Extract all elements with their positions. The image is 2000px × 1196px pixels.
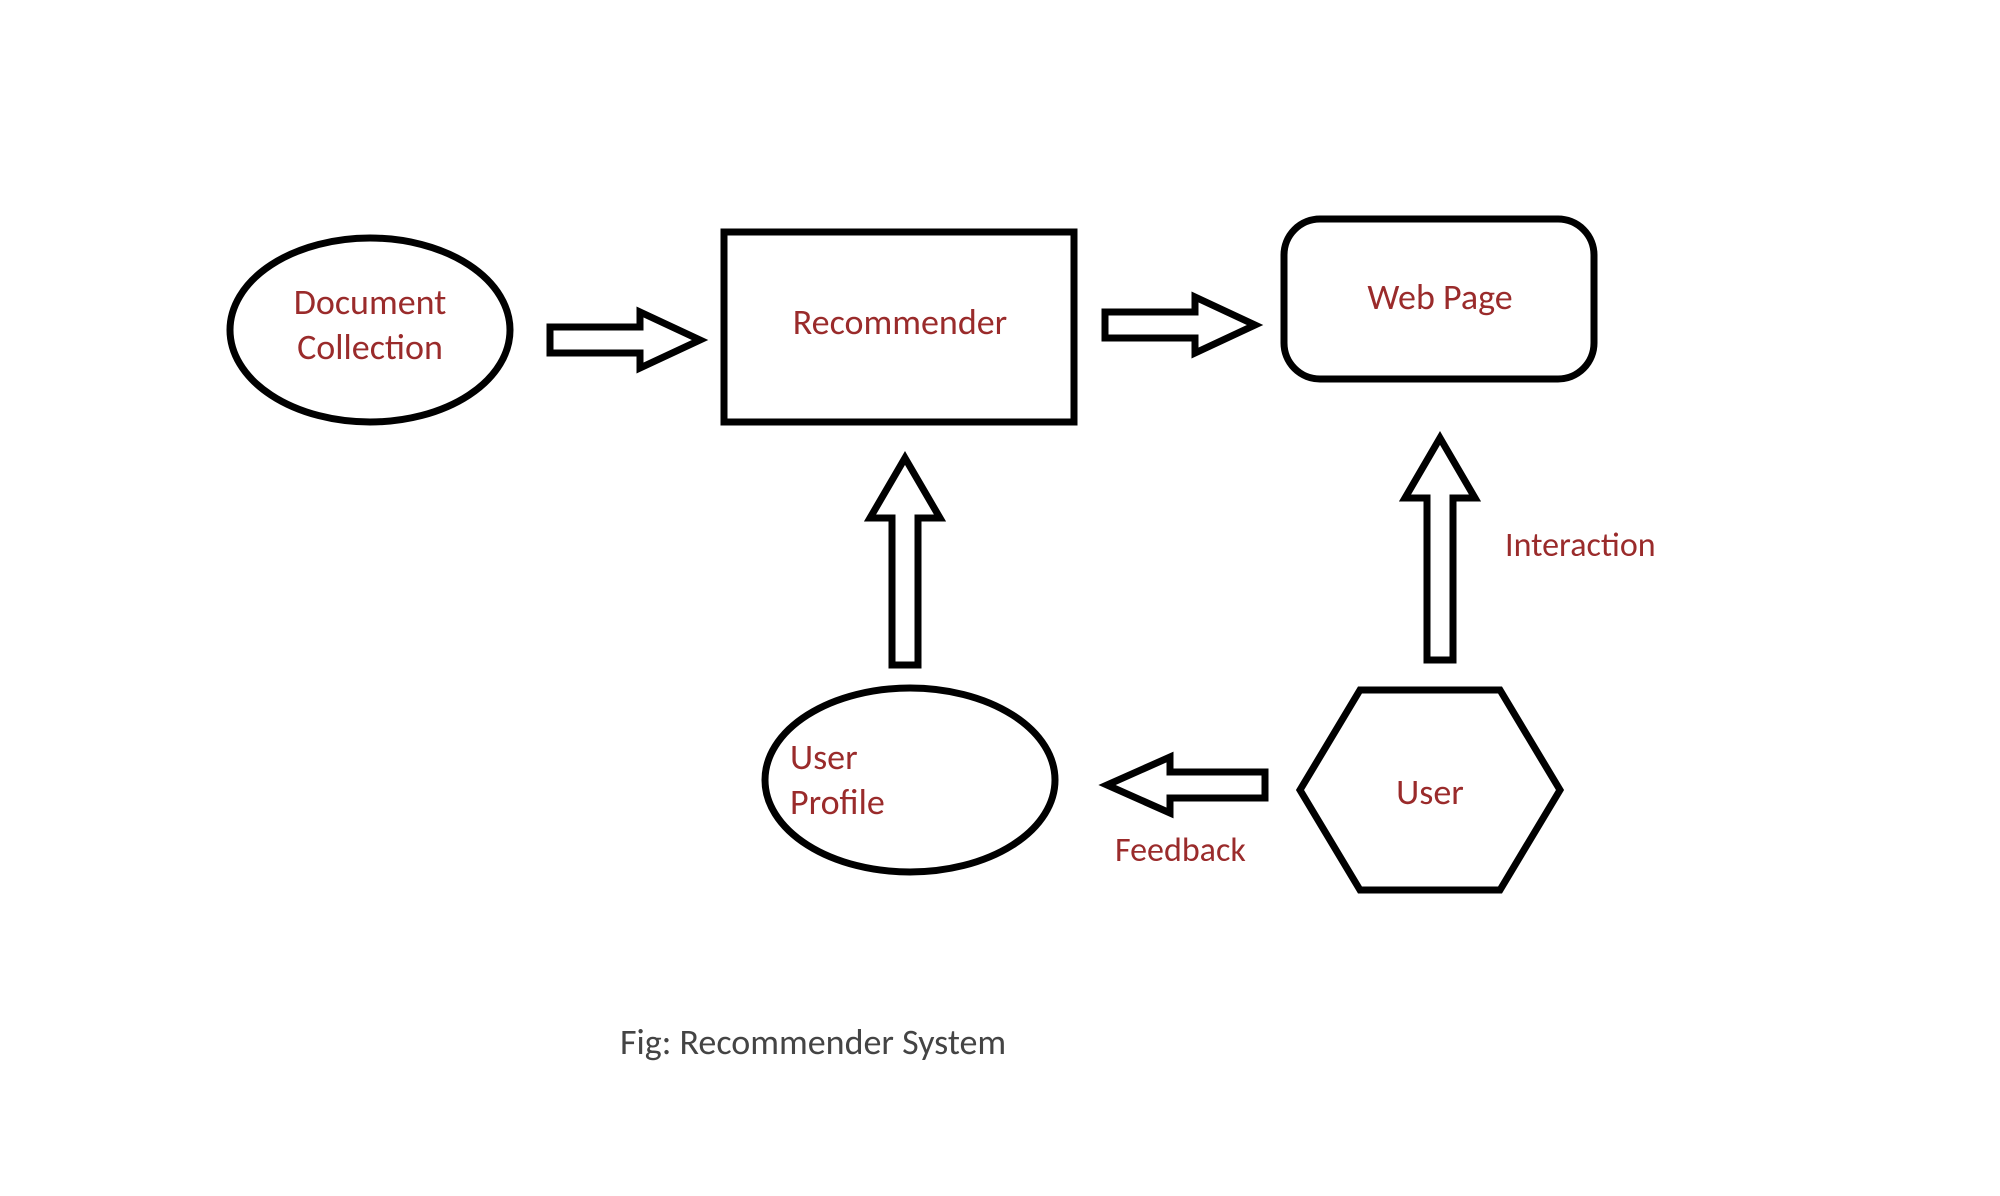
node-user-label: User — [1300, 770, 1560, 815]
arrow-user-to-userprofile — [1095, 750, 1275, 820]
figure-caption: Fig: Recommender System — [620, 1020, 1006, 1064]
arrow-doc-to-recommender — [540, 305, 710, 375]
node-document-collection-label: Document Collection — [230, 280, 510, 370]
arrow-recommender-to-webpage — [1095, 290, 1265, 360]
edge-label-feedback: Feedback — [1115, 830, 1246, 871]
arrow-user-to-webpage — [1395, 430, 1485, 670]
node-web-page-label: Web Page — [1290, 275, 1590, 320]
edge-label-interaction: Interaction — [1505, 525, 1656, 566]
node-user-profile-label: User Profile — [790, 735, 990, 825]
diagram-canvas: Document Collection Recommender Web Page… — [0, 0, 2000, 1196]
node-recommender-label: Recommender — [730, 300, 1070, 345]
arrow-userprofile-to-recommender — [860, 450, 950, 675]
